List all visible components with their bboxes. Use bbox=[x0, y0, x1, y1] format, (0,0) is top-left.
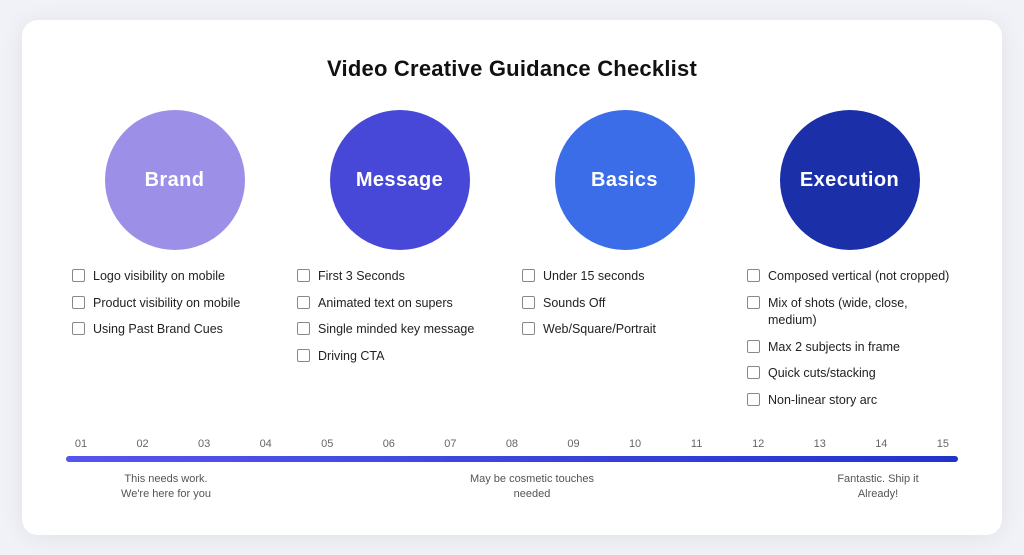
checkbox[interactable] bbox=[72, 322, 85, 335]
list-item-label: Using Past Brand Cues bbox=[93, 321, 223, 339]
page-title: Video Creative Guidance Checklist bbox=[62, 56, 962, 82]
timeline-section: 01 02 03 04 05 06 07 08 09 10 11 12 13 14 15 This need… bbox=[62, 438, 962, 503]
timeline-number: 13 bbox=[805, 438, 835, 450]
list-item-label: Logo visibility on mobile bbox=[93, 268, 225, 286]
list-item-label: Composed vertical (not cropped) bbox=[768, 268, 949, 286]
timeline-label-left: This needs work. We're here for you bbox=[66, 472, 266, 503]
circle-wrapper-brand: Brand bbox=[72, 110, 277, 250]
checkbox[interactable] bbox=[747, 296, 760, 309]
col-brand: Brand Logo visibility on mobile Product vi… bbox=[62, 110, 287, 418]
circle-wrapper-execution: Execution bbox=[747, 110, 952, 250]
checkbox[interactable] bbox=[522, 322, 535, 335]
circle-message: Message bbox=[330, 110, 470, 250]
timeline-label-right: Fantastic. Ship it Already! bbox=[798, 472, 958, 503]
list-item: Quick cuts/stacking bbox=[747, 365, 952, 383]
checkbox[interactable] bbox=[747, 269, 760, 282]
timeline-number: 10 bbox=[620, 438, 650, 450]
timeline-bar bbox=[66, 456, 958, 462]
timeline-number: 07 bbox=[435, 438, 465, 450]
list-item: Web/Square/Portrait bbox=[522, 321, 727, 339]
checkbox[interactable] bbox=[297, 269, 310, 282]
timeline-number: 05 bbox=[312, 438, 342, 450]
circle-execution: Execution bbox=[780, 110, 920, 250]
list-item-label: Web/Square/Portrait bbox=[543, 321, 656, 339]
col-basics: Basics Under 15 seconds Sounds Off Web/Squa… bbox=[512, 110, 737, 418]
list-item: Single minded key message bbox=[297, 321, 502, 339]
timeline-number: 03 bbox=[189, 438, 219, 450]
timeline-number: 02 bbox=[128, 438, 158, 450]
timeline-number: 06 bbox=[374, 438, 404, 450]
timeline-number: 09 bbox=[559, 438, 589, 450]
list-item-label: Single minded key message bbox=[318, 321, 474, 339]
checklist-message: First 3 Seconds Animated text on supers Si… bbox=[297, 268, 502, 374]
list-item-label: Quick cuts/stacking bbox=[768, 365, 876, 383]
list-item-label: Animated text on supers bbox=[318, 295, 453, 313]
list-item: Sounds Off bbox=[522, 295, 727, 313]
col-execution: Execution Composed vertical (not cropped)… bbox=[737, 110, 962, 418]
timeline-number: 15 bbox=[928, 438, 958, 450]
list-item: Max 2 subjects in frame bbox=[747, 339, 952, 357]
circle-basics: Basics bbox=[555, 110, 695, 250]
circle-wrapper-message: Message bbox=[297, 110, 502, 250]
checkbox[interactable] bbox=[72, 296, 85, 309]
timeline-number: 12 bbox=[743, 438, 773, 450]
list-item-label: Sounds Off bbox=[543, 295, 605, 313]
list-item: Non-linear story arc bbox=[747, 392, 952, 410]
list-item: Composed vertical (not cropped) bbox=[747, 268, 952, 286]
timeline-number: 08 bbox=[497, 438, 527, 450]
list-item-label: Max 2 subjects in frame bbox=[768, 339, 900, 357]
checkbox[interactable] bbox=[297, 322, 310, 335]
list-item-label: Product visibility on mobile bbox=[93, 295, 240, 313]
timeline-label-mid: May be cosmetic touches needed bbox=[432, 472, 632, 503]
checklist-basics: Under 15 seconds Sounds Off Web/Square/Por… bbox=[522, 268, 727, 348]
main-card: Video Creative Guidance Checklist Brand L… bbox=[22, 20, 1002, 535]
checkbox[interactable] bbox=[747, 340, 760, 353]
checkbox[interactable] bbox=[747, 366, 760, 379]
list-item: Animated text on supers bbox=[297, 295, 502, 313]
timeline-labels: This needs work. We're here for you May … bbox=[66, 472, 958, 503]
checkbox[interactable] bbox=[522, 296, 535, 309]
timeline-number: 04 bbox=[251, 438, 281, 450]
list-item: Using Past Brand Cues bbox=[72, 321, 277, 339]
checkbox[interactable] bbox=[297, 296, 310, 309]
list-item: Product visibility on mobile bbox=[72, 295, 277, 313]
checkbox[interactable] bbox=[522, 269, 535, 282]
timeline-number: 14 bbox=[866, 438, 896, 450]
circle-brand: Brand bbox=[105, 110, 245, 250]
list-item: First 3 Seconds bbox=[297, 268, 502, 286]
list-item: Driving CTA bbox=[297, 348, 502, 366]
checkbox[interactable] bbox=[747, 393, 760, 406]
checklist-execution: Composed vertical (not cropped) Mix of sh… bbox=[747, 268, 952, 418]
list-item-label: Under 15 seconds bbox=[543, 268, 644, 286]
columns-grid: Brand Logo visibility on mobile Product vi… bbox=[62, 110, 962, 418]
list-item-label: First 3 Seconds bbox=[318, 268, 405, 286]
timeline-number: 01 bbox=[66, 438, 96, 450]
list-item-label: Non-linear story arc bbox=[768, 392, 877, 410]
list-item: Mix of shots (wide, close, medium) bbox=[747, 295, 952, 330]
checklist-brand: Logo visibility on mobile Product visibil… bbox=[72, 268, 277, 348]
checkbox[interactable] bbox=[297, 349, 310, 362]
col-message: Message First 3 Seconds Animated text on s… bbox=[287, 110, 512, 418]
timeline-numbers: 01 02 03 04 05 06 07 08 09 10 11 12 13 14 15 bbox=[66, 438, 958, 450]
list-item: Under 15 seconds bbox=[522, 268, 727, 286]
list-item-label: Driving CTA bbox=[318, 348, 384, 366]
list-item-label: Mix of shots (wide, close, medium) bbox=[768, 295, 952, 330]
circle-wrapper-basics: Basics bbox=[522, 110, 727, 250]
timeline-number: 11 bbox=[682, 438, 712, 450]
timeline-fill bbox=[66, 456, 958, 462]
list-item: Logo visibility on mobile bbox=[72, 268, 277, 286]
checkbox[interactable] bbox=[72, 269, 85, 282]
